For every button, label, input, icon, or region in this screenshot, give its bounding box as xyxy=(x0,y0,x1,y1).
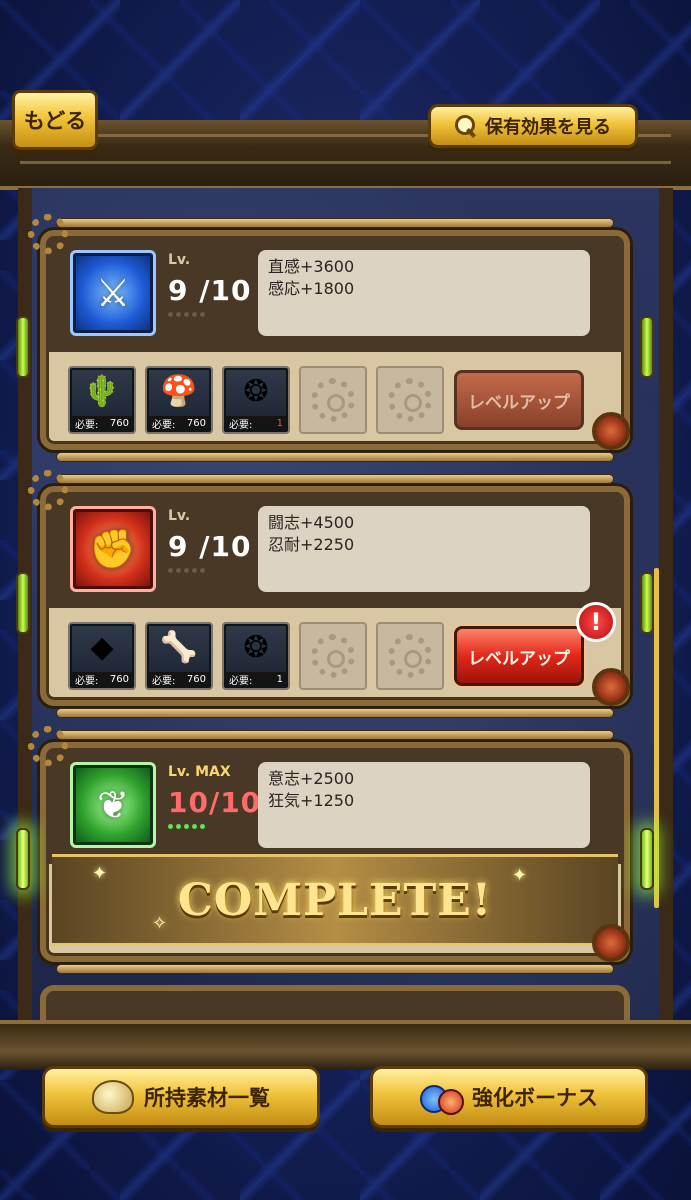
green-ore-icon: ◆ xyxy=(90,630,114,665)
emerald-gear-icon: ❂ xyxy=(243,630,269,665)
tube-icon xyxy=(16,572,30,634)
level-value: 9 /10 xyxy=(168,530,252,563)
tube-icon xyxy=(16,828,30,890)
gear-icon xyxy=(388,378,432,422)
material-row: ◆ 必要: 760 🦴 必要: 760 ❂ 必要: 1 xyxy=(68,622,444,690)
sparkle-icon: ✦ xyxy=(512,865,528,886)
empty-slot xyxy=(299,366,367,434)
cactus-icon: 🌵 xyxy=(83,374,121,409)
upgrade-card-4-partial xyxy=(40,985,630,1025)
level-up-button[interactable]: レベルアップ xyxy=(454,626,584,686)
level-label: Lv. MAX xyxy=(168,764,231,780)
level-value: 9 /10 xyxy=(168,274,252,307)
gear-icon xyxy=(311,378,355,422)
view-effects-label: 保有効果を見る xyxy=(485,117,611,138)
sparkle-icon: ✧ xyxy=(152,913,168,934)
material-slot[interactable]: 🍄 必要: 760 xyxy=(145,366,213,434)
gear-icon xyxy=(28,470,68,510)
level-label: Lv. xyxy=(168,252,191,268)
screen: もどる 保有効果を見る ⚔ Lv. 9 /10 直感+3600 感応+1800 … xyxy=(0,0,691,1200)
gear-icon xyxy=(388,634,432,678)
tube-icon xyxy=(640,572,654,634)
alert-badge: ! xyxy=(576,602,616,642)
valve-icon xyxy=(592,412,630,450)
upgrade-card-3: ❦ Lv. MAX 10/10 意志+2500 狂気+1250 COMPLETE… xyxy=(16,726,654,974)
gems-icon xyxy=(420,1079,464,1115)
stat-line: 直感+3600 xyxy=(268,257,355,276)
material-slot[interactable]: ❂ 必要: 1 xyxy=(222,622,290,690)
material-slot[interactable]: 🦴 必要: 760 xyxy=(145,622,213,690)
bottom-frame xyxy=(0,1020,691,1070)
stat-line: 狂気+1250 xyxy=(268,791,355,810)
materials-list-label: 所持素材一覧 xyxy=(144,1086,270,1110)
materials-list-button[interactable]: 所持素材一覧 xyxy=(42,1066,320,1128)
complete-banner: COMPLETE! ✦ ✦ ✧ xyxy=(52,854,618,946)
material-slot[interactable]: 🌵 必要: 760 xyxy=(68,366,136,434)
stat-line: 忍耐+2250 xyxy=(268,535,355,554)
empty-slot xyxy=(376,366,444,434)
gear-icon xyxy=(28,214,68,254)
view-effects-button[interactable]: 保有効果を見る xyxy=(428,104,638,148)
green-flame-icon: ❦ xyxy=(70,762,156,848)
blue-crest-icon: ⚔ xyxy=(70,250,156,336)
stat-line: 闘志+4500 xyxy=(268,513,355,532)
tube-icon xyxy=(16,316,30,378)
stat-line: 意志+2500 xyxy=(268,769,355,788)
upgrade-card-1: ⚔ Lv. 9 /10 直感+3600 感応+1800 🌵 必要: 760 🍄 必… xyxy=(16,214,654,462)
back-button[interactable]: もどる xyxy=(12,90,98,150)
material-slot[interactable]: ❂ 必要: 1 xyxy=(222,366,290,434)
progress-dots xyxy=(168,568,205,573)
sparkle-icon: ✦ xyxy=(92,863,108,884)
scrollbar[interactable] xyxy=(654,568,659,908)
level-up-button[interactable]: レベルアップ xyxy=(454,370,584,430)
level-label: Lv. xyxy=(168,508,191,524)
material-row: 🌵 必要: 760 🍄 必要: 760 ❂ 必要: 1 xyxy=(68,366,444,434)
stat-line: 感応+1800 xyxy=(268,279,355,298)
upgrade-card-2: ✊ Lv. 9 /10 闘志+4500 忍耐+2250 ◆ 必要: 760 🦴 必… xyxy=(16,470,654,718)
level-value: 10/10 xyxy=(168,786,262,819)
tube-icon xyxy=(640,828,654,890)
valve-icon xyxy=(592,668,630,706)
bag-icon xyxy=(92,1080,134,1114)
empty-slot xyxy=(299,622,367,690)
material-slot[interactable]: ◆ 必要: 760 xyxy=(68,622,136,690)
empty-slot xyxy=(376,622,444,690)
enhance-bonus-label: 強化ボーナス xyxy=(472,1086,598,1110)
bone-icon: 🦴 xyxy=(160,630,198,665)
enhance-bonus-button[interactable]: 強化ボーナス xyxy=(370,1066,648,1128)
gear-icon xyxy=(28,726,68,766)
stat-box: 意志+2500 狂気+1250 xyxy=(258,762,590,848)
magnifier-icon xyxy=(455,115,477,137)
complete-text: COMPLETE! xyxy=(177,874,493,926)
progress-dots xyxy=(168,824,205,829)
progress-dots xyxy=(168,312,205,317)
red-fist-icon: ✊ xyxy=(70,506,156,592)
mushroom-icon: 🍄 xyxy=(160,374,198,409)
valve-icon xyxy=(592,924,630,962)
stat-box: 直感+3600 感応+1800 xyxy=(258,250,590,336)
stat-box: 闘志+4500 忍耐+2250 xyxy=(258,506,590,592)
tube-icon xyxy=(640,316,654,378)
emerald-gear-icon: ❂ xyxy=(243,374,269,409)
gear-icon xyxy=(311,634,355,678)
